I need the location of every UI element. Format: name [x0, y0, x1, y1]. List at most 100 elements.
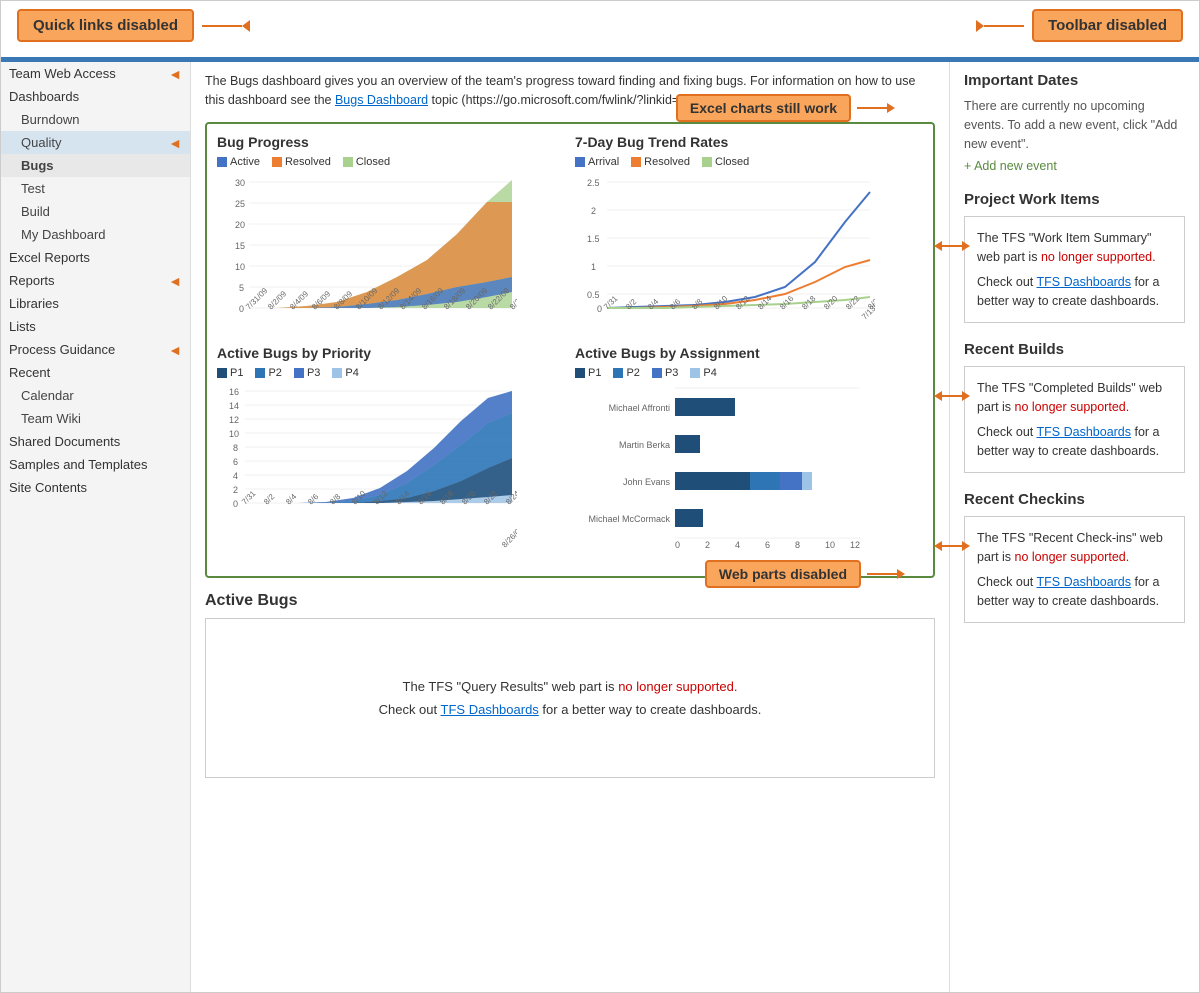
active-bugs-box: The TFS "Query Results" web part is no l… [205, 618, 935, 778]
svg-text:8/2: 8/2 [624, 296, 639, 311]
svg-text:8/10: 8/10 [712, 293, 730, 311]
svg-text:4: 4 [735, 540, 740, 550]
legend-p2: P2 [255, 367, 281, 379]
important-dates-title: Important Dates [964, 72, 1185, 89]
bug-progress-chart: Bug Progress Active Resolved [217, 134, 565, 335]
web-parts-arrow [867, 569, 905, 579]
svg-text:8/8: 8/8 [328, 491, 343, 506]
svg-text:0: 0 [675, 540, 680, 550]
svg-text:8/10: 8/10 [350, 488, 368, 506]
svg-text:10: 10 [235, 262, 245, 272]
excel-charts-area: Bug Progress Active Resolved [205, 122, 935, 578]
assignment-chart: Active Bugs by Assignment P1 P2 [575, 345, 923, 566]
svg-text:Michael Affronti: Michael Affronti [609, 403, 670, 413]
sidebar-item-team-wiki[interactable]: Team Wiki [1, 407, 190, 430]
important-dates-text: There are currently no upcoming events. … [964, 97, 1185, 153]
checkins-tfs-link[interactable]: TFS Dashboards [1037, 575, 1131, 589]
excel-callout-label: Excel charts still work [676, 94, 851, 122]
priority-svg: 16 14 12 10 8 6 4 2 0 [217, 383, 517, 563]
work-items-tfs-link[interactable]: TFS Dashboards [1037, 275, 1131, 289]
sidebar-item-burndown[interactable]: Burndown [1, 108, 190, 131]
svg-text:8/22: 8/22 [844, 293, 862, 311]
sidebar-item-dashboards[interactable]: Dashboards [1, 85, 190, 108]
important-dates-section: Important Dates There are currently no u… [964, 72, 1185, 173]
legend-resolved2-dot [631, 157, 641, 167]
svg-text:20: 20 [235, 220, 245, 230]
sidebar-item-test[interactable]: Test [1, 177, 190, 200]
bug-progress-legend: Active Resolved Closed [217, 156, 565, 168]
web-parts-label: Web parts disabled [705, 560, 861, 588]
legend-resolved-dot [272, 157, 282, 167]
excel-callout-container: Excel charts still work Bug Progress [205, 122, 935, 578]
svg-text:25: 25 [235, 199, 245, 209]
charts-top-row: Bug Progress Active Resolved [217, 134, 923, 335]
right-panel: Important Dates There are currently no u… [949, 62, 1199, 992]
sidebar-item-team-web-access[interactable]: Team Web Access ◄ [1, 62, 190, 85]
svg-text:8/18: 8/18 [800, 293, 818, 311]
active-bugs-check: Check out TFS Dashboards for a better wa… [379, 702, 762, 717]
recent-builds-title: Recent Builds [964, 341, 1185, 358]
recent-builds-section: Recent Builds The TFS "Completed Builds"… [964, 341, 1185, 473]
svg-text:12: 12 [229, 415, 239, 425]
legend-a-p2: P2 [613, 367, 639, 379]
legend-a-p3: P3 [652, 367, 678, 379]
assignment-title: Active Bugs by Assignment [575, 345, 923, 361]
svg-text:John Evans: John Evans [623, 477, 671, 487]
sidebar-item-excel-reports[interactable]: Excel Reports [1, 246, 190, 269]
svg-text:Martin Berka: Martin Berka [619, 440, 670, 450]
builds-tfs-link[interactable]: TFS Dashboards [1037, 425, 1131, 439]
legend-closed2: Closed [702, 156, 749, 168]
sidebar-item-build[interactable]: Build [1, 200, 190, 223]
project-work-items-box: The TFS "Work Item Summary" web part is … [964, 216, 1185, 323]
svg-text:8: 8 [233, 443, 238, 453]
svg-text:0: 0 [233, 499, 238, 509]
active-bugs-tfs-link[interactable]: TFS Dashboards [441, 702, 539, 717]
priority-title: Active Bugs by Priority [217, 345, 565, 361]
quick-links-label: Quick links disabled [17, 9, 194, 42]
svg-text:0.5: 0.5 [587, 290, 600, 300]
svg-text:2.5: 2.5 [587, 178, 600, 188]
recent-checkins-box: The TFS "Recent Check-ins" web part is n… [964, 516, 1185, 623]
legend-p3-dot [294, 368, 304, 378]
project-work-items-title: Project Work Items [964, 191, 1185, 208]
sidebar-item-shared-documents[interactable]: Shared Documents [1, 430, 190, 453]
sidebar-item-calendar[interactable]: Calendar [1, 384, 190, 407]
svg-text:1: 1 [591, 262, 596, 272]
sidebar-item-reports[interactable]: Reports ◄ [1, 269, 190, 292]
sidebar-item-lists[interactable]: Lists [1, 315, 190, 338]
legend-arrival-dot [575, 157, 585, 167]
legend-p1: P1 [217, 367, 243, 379]
sidebar-item-recent[interactable]: Recent [1, 361, 190, 384]
sidebar-item-quality[interactable]: Quality ◄ [1, 131, 190, 154]
sidebar-item-bugs[interactable]: Bugs [1, 154, 190, 177]
sidebar-item-samples-templates[interactable]: Samples and Templates [1, 453, 190, 476]
legend-a-p3-dot [652, 368, 662, 378]
svg-text:6: 6 [233, 457, 238, 467]
sidebar-item-site-contents[interactable]: Site Contents [1, 476, 190, 499]
add-event-link[interactable]: Add new event [964, 159, 1185, 173]
bug-trend-chart: 7-Day Bug Trend Rates Arrival Resolved [575, 134, 923, 335]
builds-arrow [934, 391, 970, 401]
sidebar-item-my-dashboard[interactable]: My Dashboard [1, 223, 190, 246]
legend-resolved: Resolved [272, 156, 331, 168]
assignment-svg: Michael Affronti Martin Berka John Evans… [575, 383, 875, 563]
priority-chart: Active Bugs by Priority P1 P2 [217, 345, 565, 566]
legend-a-p4: P4 [690, 367, 716, 379]
bugs-dashboard-link[interactable]: Bugs Dashboard [335, 93, 428, 107]
svg-text:10: 10 [825, 540, 835, 550]
sidebar-item-process-guidance[interactable]: Process Guidance ◄ [1, 338, 190, 361]
excel-callout: Excel charts still work [676, 94, 895, 122]
legend-closed-dot [343, 157, 353, 167]
recent-builds-box: The TFS "Completed Builds" web part is n… [964, 366, 1185, 473]
legend-a-p4-dot [690, 368, 700, 378]
sidebar-item-libraries[interactable]: Libraries [1, 292, 190, 315]
svg-text:8/26/09: 8/26/09 [500, 523, 517, 549]
toolbar-label: Toolbar disabled [1032, 9, 1183, 42]
svg-text:7/31/09: 7/31/09 [244, 285, 270, 311]
svg-text:8/4: 8/4 [646, 296, 661, 311]
svg-text:16: 16 [229, 387, 239, 397]
legend-p4: P4 [332, 367, 358, 379]
svg-text:2: 2 [233, 485, 238, 495]
svg-text:6: 6 [765, 540, 770, 550]
svg-text:4: 4 [233, 471, 238, 481]
